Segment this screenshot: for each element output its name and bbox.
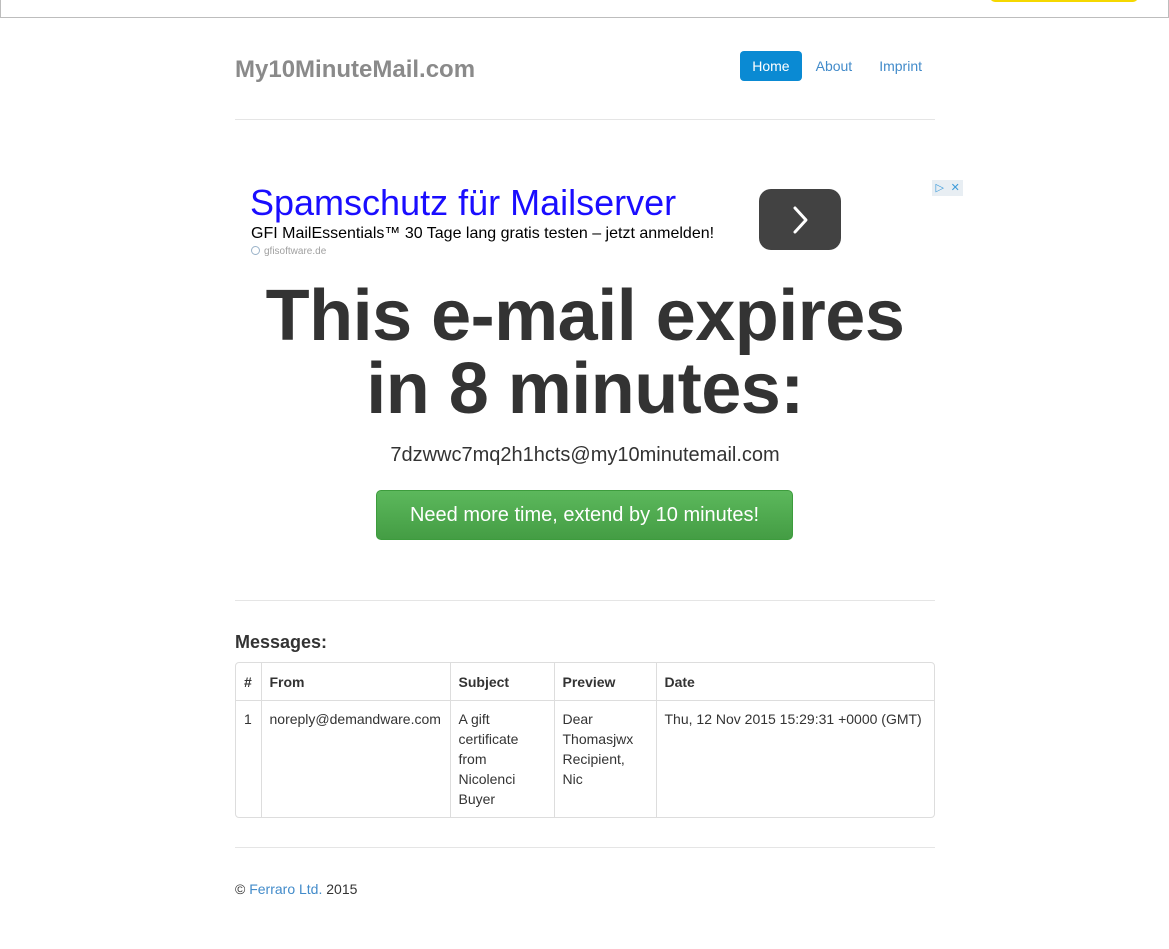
message-subject[interactable]: A gift certificate from Nicolenci Buyer	[449, 700, 554, 817]
message-date: Thu, 12 Nov 2015 15:29:31 +0000 (GMT)	[655, 700, 934, 817]
main-nav: Home About Imprint	[739, 51, 935, 81]
header: My10MinuteMail.com Home About Imprint	[235, 18, 935, 120]
notification-tab[interactable]	[990, 0, 1138, 2]
ad-subtitle[interactable]: GFI MailEssentials™ 30 Tage lang gratis …	[251, 225, 714, 243]
globe-icon	[251, 246, 260, 255]
advertisement-banner[interactable]: Spamschutz für Mailserver GFI MailEssent…	[250, 180, 965, 260]
ad-choices[interactable]: ▷ ✕	[932, 180, 963, 196]
expiry-line-1: This e-mail expires	[265, 276, 905, 356]
messages-table: # From Subject Preview Date 1 noreply@de…	[235, 662, 935, 818]
brand-logo[interactable]: My10MinuteMail.com	[235, 56, 475, 84]
chevron-right-icon	[793, 206, 808, 233]
footer-year: 2015	[326, 881, 358, 897]
nav-imprint[interactable]: Imprint	[866, 51, 935, 81]
expiry-line-2: in 8 minutes:	[366, 349, 804, 429]
messages-title: Messages:	[235, 632, 328, 652]
divider	[235, 847, 935, 848]
copyright-symbol: ©	[235, 881, 246, 897]
ad-domain-label: gfisoftware.de	[264, 246, 327, 257]
expiry-heading: This e-mail expires in 8 minutes:	[235, 280, 935, 426]
column-header-subject: Subject	[449, 663, 554, 701]
nav-home[interactable]: Home	[740, 51, 802, 81]
table-row[interactable]: 1 noreply@demandware.com A gift certific…	[236, 700, 934, 817]
ad-arrow-button[interactable]	[759, 189, 841, 250]
table-header-row: # From Subject Preview Date	[236, 663, 934, 701]
column-header-number: #	[236, 663, 261, 701]
message-number: 1	[244, 711, 252, 727]
browser-top-bar	[0, 0, 1169, 18]
divider	[235, 600, 935, 601]
message-preview[interactable]: Dear Thomasjwx Recipient, Nic	[553, 700, 656, 817]
column-header-preview: Preview	[553, 663, 656, 701]
nav-about[interactable]: About	[803, 51, 866, 81]
message-from[interactable]: noreply@demandware.com	[260, 700, 450, 817]
ad-title[interactable]: Spamschutz für Mailserver	[250, 182, 676, 224]
close-icon[interactable]: ✕	[948, 180, 964, 196]
company-link[interactable]: Ferraro Ltd.	[249, 881, 322, 897]
email-address[interactable]: 7dzwwc7mq2h1hcts@my10minutemail.com	[235, 441, 935, 469]
extend-time-button[interactable]: Need more time, extend by 10 minutes!	[376, 490, 793, 540]
column-header-from: From	[260, 663, 450, 701]
expiry-title: This e-mail expires in 8 minutes:	[235, 280, 935, 426]
column-header-date: Date	[655, 663, 934, 701]
footer: © Ferraro Ltd. 2015	[235, 880, 357, 898]
adchoices-icon[interactable]: ▷	[932, 180, 948, 196]
ad-domain[interactable]: gfisoftware.de	[251, 246, 326, 258]
